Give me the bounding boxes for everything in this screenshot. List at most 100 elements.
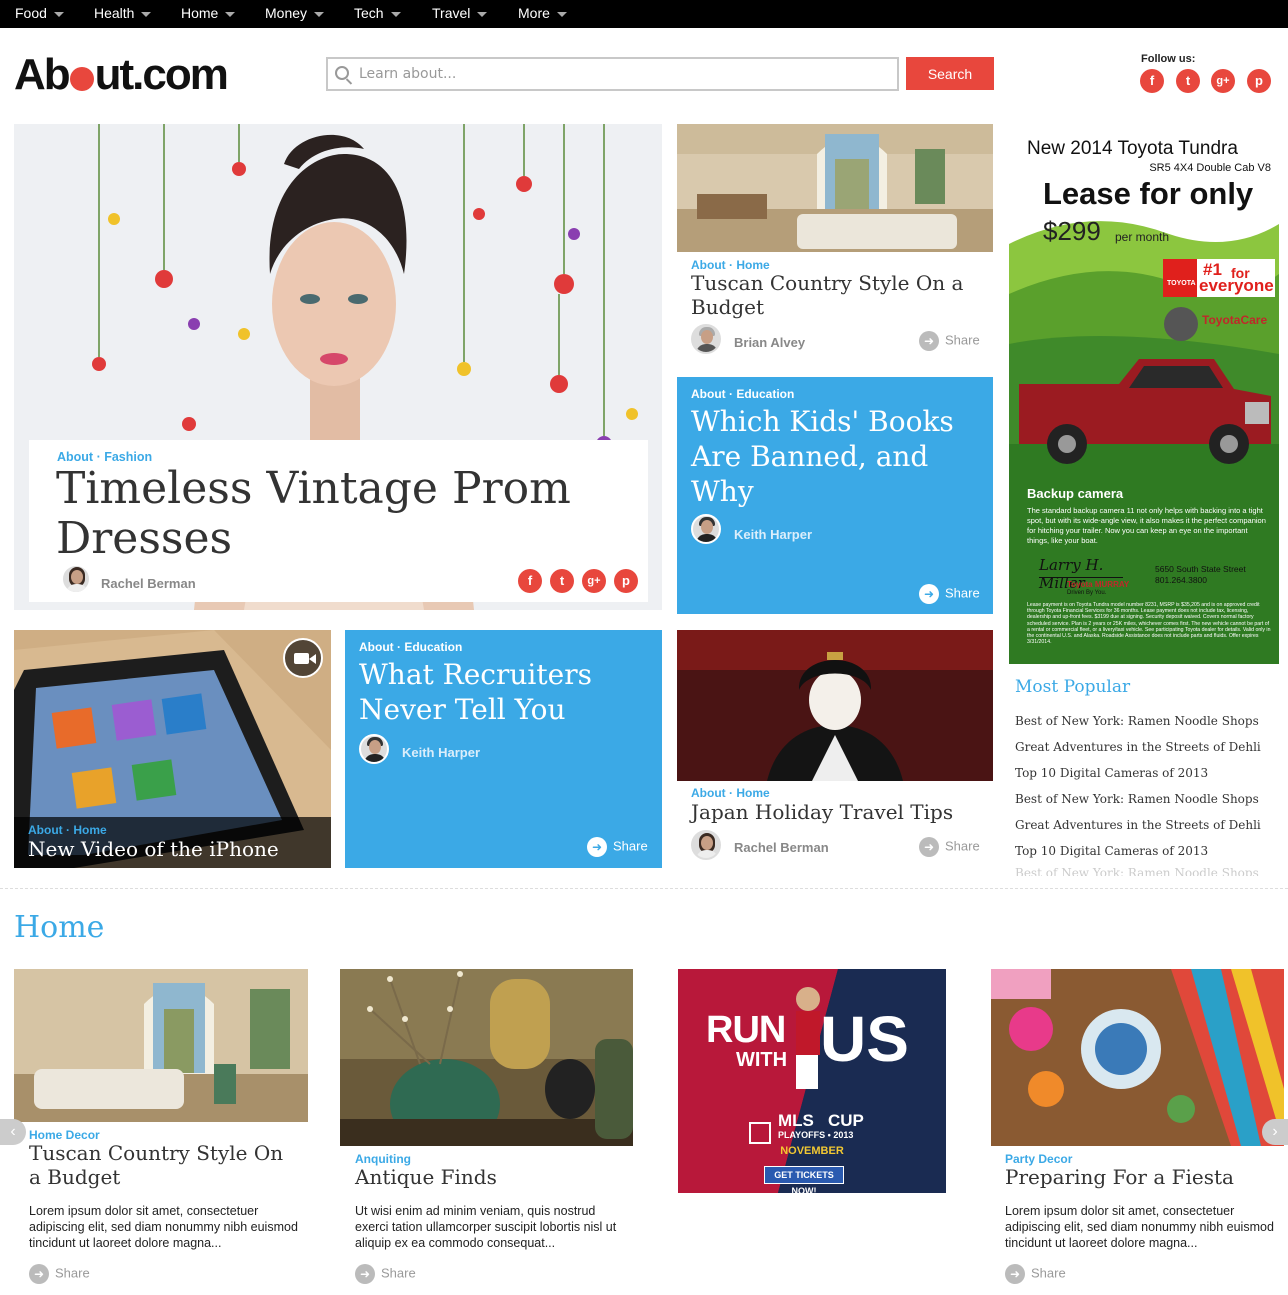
toyota-ad[interactable]: New 2014 Toyota Tundra SR5 4X4 Double Ca…: [1009, 124, 1279, 664]
ad-dealer: Toyota MURRAY: [1067, 580, 1130, 589]
avatar: [691, 830, 721, 860]
ad-lease: Lease for only: [1043, 176, 1254, 211]
mls-month: NOVEMBER: [780, 1145, 844, 1157]
hero-title[interactable]: Timeless Vintage Prom Dresses: [56, 464, 636, 564]
carousel-next-icon[interactable]: ›: [1262, 1119, 1288, 1145]
iphone-kicker[interactable]: About · Home: [28, 823, 107, 837]
ad-fine-print: Lease payment is on Toyota Tundra model …: [1027, 602, 1271, 646]
home-card-kicker[interactable]: Anquiting: [355, 1152, 411, 1166]
iphone-caption: About · Home New Video of the iPhone: [14, 817, 331, 868]
iphone-title[interactable]: New Video of the iPhone: [28, 836, 328, 862]
author-name[interactable]: Rachel Berman: [734, 840, 829, 855]
most-popular-item[interactable]: Best of New York: Ramen Noodle Shops: [1015, 866, 1259, 876]
home-card-kicker[interactable]: Party Decor: [1005, 1152, 1072, 1166]
video-icon[interactable]: [283, 638, 323, 678]
tuscan-living-image: [14, 969, 308, 1122]
most-popular-item[interactable]: Best of New York: Ramen Noodle Shops: [1015, 714, 1259, 728]
iphone-video-card[interactable]: About · Home New Video of the iPhone: [14, 630, 331, 868]
search-input[interactable]: [359, 63, 879, 85]
home-card-kicker[interactable]: Home Decor: [29, 1128, 100, 1142]
ad-address: 5650 South State Street: [1155, 564, 1246, 574]
japan-image: [677, 630, 993, 781]
nav-item-money[interactable]: Money: [265, 0, 325, 28]
share-arrow-icon: ➜: [919, 584, 939, 604]
home-card-fiesta[interactable]: [991, 969, 1284, 1146]
mls-brand: MLS: [778, 1111, 814, 1130]
section-divider: [0, 888, 1288, 889]
share-button[interactable]: ➜ Share: [355, 1264, 416, 1284]
nav-item-travel[interactable]: Travel: [432, 0, 488, 28]
nav-item-food[interactable]: Food: [15, 0, 64, 28]
japan-kicker[interactable]: About · Home: [691, 786, 770, 800]
site-logo[interactable]: Ab ut.com: [14, 52, 229, 98]
most-popular-item[interactable]: Great Adventures in the Streets of Dehli: [1015, 740, 1261, 754]
chevron-down-icon: [53, 11, 64, 17]
avatar: [61, 564, 91, 594]
home-card-desc: Lorem ipsum dolor sit amet, consectetuer…: [1005, 1204, 1274, 1250]
hero-caption: About · Fashion Timeless Vintage Prom Dr…: [29, 440, 648, 602]
hero-kicker[interactable]: About · Fashion: [57, 450, 152, 464]
share-button[interactable]: ➜ Share: [919, 837, 980, 857]
share-button[interactable]: ➜ Share: [919, 584, 980, 604]
share-button[interactable]: ➜ Share: [919, 331, 980, 351]
most-popular-item[interactable]: Best of New York: Ramen Noodle Shops: [1015, 792, 1259, 806]
most-popular-title: Most Popular: [1015, 677, 1131, 697]
avatar: [691, 324, 721, 354]
avatar: [359, 734, 389, 764]
tuscan-kicker[interactable]: About · Home: [691, 258, 770, 272]
recruiters-card[interactable]: About · Education What Recruiters Never …: [345, 630, 662, 868]
kids-title[interactable]: Which Kids' Books Are Banned, and Why: [691, 404, 981, 509]
recruiters-title[interactable]: What Recruiters Never Tell You: [359, 657, 649, 727]
avatar: [691, 514, 721, 544]
top-nav: Food Health Home Money Tech Travel More: [0, 0, 1288, 28]
nav-item-more[interactable]: More: [518, 0, 567, 28]
search-icon: [335, 66, 349, 80]
author-name[interactable]: Brian Alvey: [734, 335, 805, 350]
share-button[interactable]: ➜ Share: [1005, 1264, 1066, 1284]
home-card-title[interactable]: Antique Finds: [355, 1165, 625, 1189]
get-tickets-button[interactable]: GET TICKETS NOW!: [764, 1166, 844, 1193]
most-popular-item[interactable]: Top 10 Digital Cameras of 2013: [1015, 844, 1208, 858]
most-popular-item[interactable]: Top 10 Digital Cameras of 2013: [1015, 766, 1208, 780]
most-popular-fade: Best of New York: Ramen Noodle Shops: [1015, 864, 1275, 876]
ad-per: per month: [1115, 230, 1170, 244]
nav-item-health[interactable]: Health: [94, 0, 152, 28]
japan-title[interactable]: Japan Holiday Travel Tips: [691, 800, 981, 824]
twitter-icon[interactable]: t: [550, 569, 574, 593]
author-name[interactable]: Keith Harper: [402, 745, 480, 760]
pinterest-icon[interactable]: p: [614, 569, 638, 593]
facebook-icon[interactable]: f: [518, 569, 542, 593]
google-plus-icon[interactable]: g+: [582, 569, 606, 593]
carousel-prev-icon[interactable]: ‹: [0, 1119, 26, 1145]
tuscan-card[interactable]: About · Home Tuscan Country Style On a B…: [677, 124, 993, 364]
facebook-icon[interactable]: f: [1140, 69, 1164, 93]
ad-subline: SR5 4X4 Double Cab V8: [1149, 162, 1271, 174]
share-arrow-icon: ➜: [355, 1264, 375, 1284]
mls-cup-ad[interactable]: RUN WITH US MLS CUP PLAYOFFS • 2013 NOVE…: [678, 969, 946, 1193]
recruiters-kicker[interactable]: About · Education: [359, 640, 462, 654]
search-button[interactable]: Search: [906, 57, 994, 90]
share-button[interactable]: ➜ Share: [587, 837, 648, 857]
hero-card[interactable]: About · Fashion Timeless Vintage Prom Dr…: [14, 124, 662, 610]
nav-item-home[interactable]: Home: [181, 0, 236, 28]
google-plus-icon[interactable]: g+: [1211, 69, 1235, 93]
mls-run: RUN: [706, 1009, 786, 1051]
nav-item-tech[interactable]: Tech: [354, 0, 401, 28]
japan-card[interactable]: About · Home Japan Holiday Travel Tips R…: [677, 630, 993, 868]
kids-books-card[interactable]: About · Education Which Kids' Books Are …: [677, 377, 993, 614]
home-card-title[interactable]: Tuscan Country Style On a Budget: [29, 1141, 299, 1189]
share-button[interactable]: ➜ Share: [29, 1264, 90, 1284]
chevron-down-icon: [390, 11, 401, 17]
author-name[interactable]: Rachel Berman: [101, 576, 196, 591]
pinterest-icon[interactable]: p: [1247, 69, 1271, 93]
twitter-icon[interactable]: t: [1176, 69, 1200, 93]
home-card-title[interactable]: Preparing For a Fiesta: [1005, 1165, 1275, 1189]
most-popular-item[interactable]: Great Adventures in the Streets of Dehli: [1015, 818, 1261, 832]
kids-kicker[interactable]: About · Education: [691, 387, 794, 401]
dealer-signature: Larry H. Miller: [1039, 556, 1123, 592]
author-name[interactable]: Keith Harper: [734, 527, 812, 542]
share-arrow-icon: ➜: [587, 837, 607, 857]
antique-image: [340, 969, 633, 1146]
home-card-antique[interactable]: [340, 969, 633, 1146]
tuscan-title[interactable]: Tuscan Country Style On a Budget: [691, 271, 981, 319]
